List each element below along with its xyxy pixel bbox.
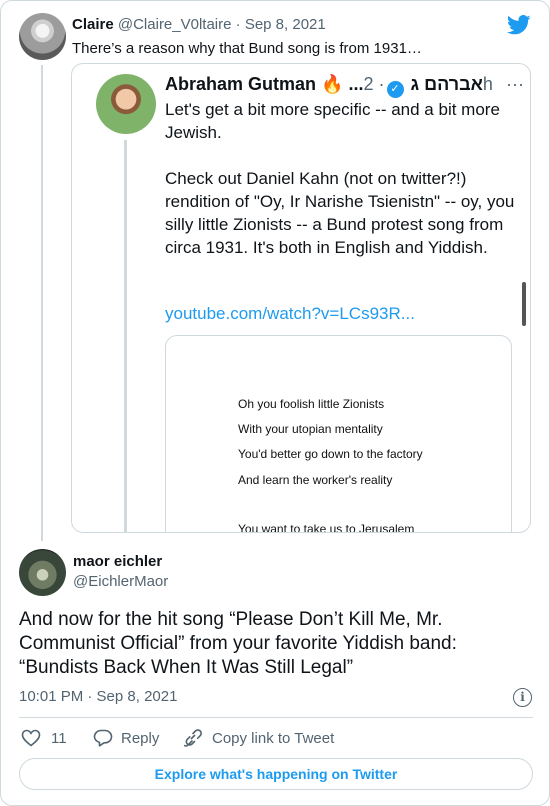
- explore-button[interactable]: Explore what's happening on Twitter: [19, 758, 533, 790]
- divider: [19, 717, 533, 718]
- main-author-name[interactable]: maor eichler: [73, 553, 162, 570]
- lyric-line: You want to take us to Jerusalem: [238, 522, 415, 533]
- verified-badge-icon: ✓: [386, 81, 404, 98]
- main-author-handle[interactable]: @EichlerMaor: [73, 573, 168, 590]
- quoted-author-name: Abraham Gutman: [165, 74, 317, 94]
- like-button[interactable]: 11: [21, 729, 67, 747]
- quoted-youtube-link: youtube.com/watch?v=LCs93R...: [165, 304, 415, 323]
- parent-author-handle[interactable]: @Claire_V0ltaire: [118, 16, 232, 33]
- parent-tweet-date[interactable]: · Sep 8, 2021: [236, 16, 326, 33]
- lyric-line: You'd better go down to the factory: [238, 447, 423, 461]
- avatar-claire[interactable]: [19, 13, 66, 60]
- tweet-timestamp[interactable]: 10:01 PM · Sep 8, 2021: [19, 688, 177, 705]
- quoted-video-card: Oh you foolish little Zionists With your…: [165, 335, 512, 533]
- lyric-line: And learn the worker's reality: [238, 473, 393, 487]
- twitter-bird-icon[interactable]: [507, 15, 531, 35]
- info-icon[interactable]: i: [513, 688, 532, 707]
- quoted-tweet-image[interactable]: Abraham Gutman 🔥 ...אברהם ג ✓· 2h ··· Le…: [71, 63, 531, 533]
- quoted-paragraph-2: Check out Daniel Kahn (not on twitter?!)…: [165, 169, 515, 257]
- like-count: 11: [51, 729, 67, 747]
- reply-label: Reply: [121, 729, 160, 747]
- quoted-body: Let's get a bit more specific -- and a b…: [165, 98, 515, 282]
- quoted-paragraph-1: Let's get a bit more specific -- and a b…: [165, 100, 500, 142]
- main-tweet-text: And now for the hit song “Please Don’t K…: [19, 609, 457, 678]
- avatar-maor[interactable]: [19, 549, 66, 596]
- lyric-line: Oh you foolish little Zionists: [238, 397, 385, 411]
- tweet-embed: Claire @Claire_V0ltaire · Sep 8, 2021 Th…: [0, 0, 550, 806]
- parent-tweet-header: Claire @Claire_V0ltaire · Sep 8, 2021: [72, 16, 326, 33]
- quoted-thread-line: [124, 140, 127, 532]
- reply-icon: [93, 729, 113, 747]
- reply-button[interactable]: Reply: [93, 729, 159, 747]
- more-icon: ···: [505, 74, 524, 94]
- copy-link-label: Copy link to Tweet: [212, 729, 335, 747]
- thread-line: [41, 65, 43, 541]
- fire-icon: 🔥: [321, 74, 344, 94]
- link-icon: [184, 729, 202, 747]
- quoted-header: Abraham Gutman 🔥 ...אברהם ג ✓· 2h ···: [165, 74, 524, 98]
- parent-tweet-text: There’s a reason why that Bund song is f…: [72, 40, 422, 57]
- parent-author-name[interactable]: Claire: [72, 16, 114, 33]
- heart-icon: [21, 729, 41, 747]
- scrollbar: [522, 282, 526, 326]
- copy-link-button[interactable]: Copy link to Tweet: [184, 729, 334, 747]
- quoted-avatar: [96, 74, 156, 134]
- lyric-line: With your utopian mentality: [238, 422, 383, 436]
